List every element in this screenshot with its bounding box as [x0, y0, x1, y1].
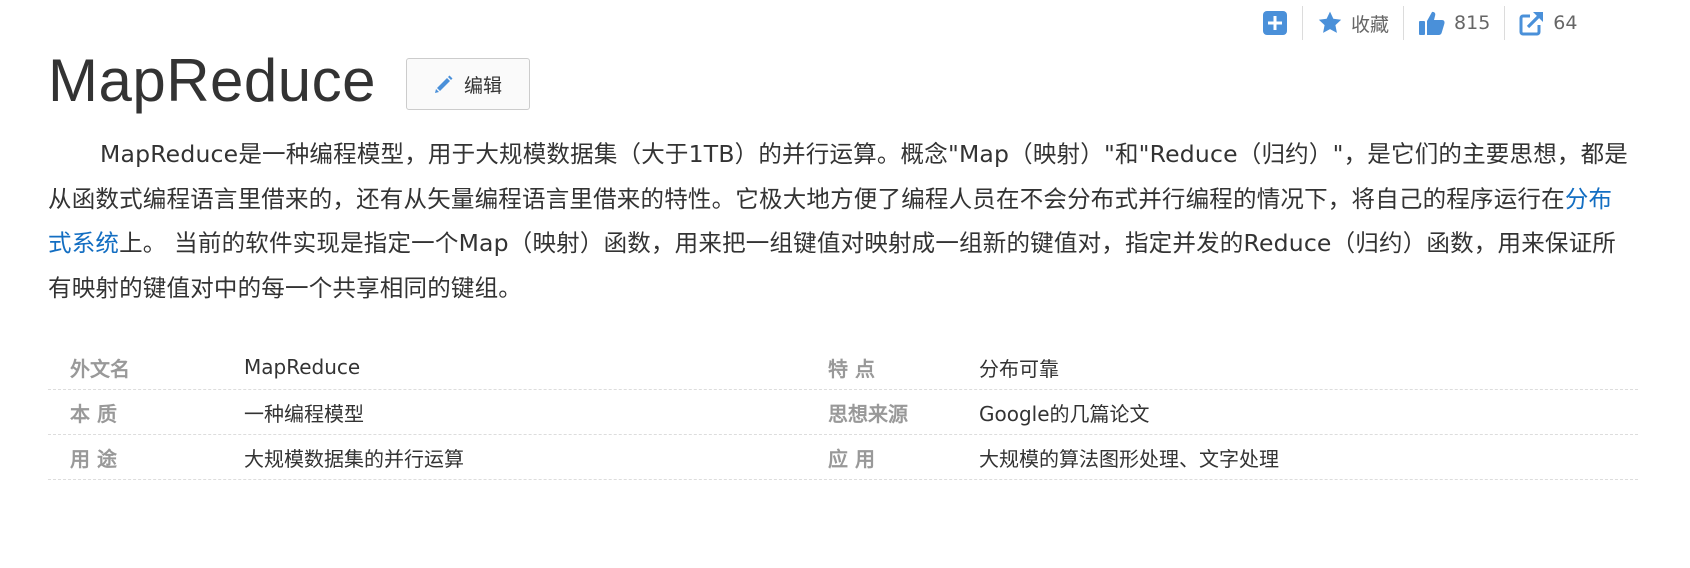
- info-key: 外文名: [70, 356, 130, 381]
- favorite-label: 收藏: [1351, 13, 1390, 36]
- share-count: 64: [1553, 12, 1578, 34]
- edit-button[interactable]: 编辑: [406, 58, 531, 110]
- plus-square-icon: [1262, 10, 1288, 36]
- share-button[interactable]: 64: [1505, 6, 1577, 40]
- edit-label: 编辑: [464, 74, 503, 97]
- thumbs-up-icon: [1418, 10, 1446, 36]
- pencil-icon: [434, 74, 454, 94]
- basic-info-table: 外文名 MapReduce 特 点 分布可靠 本 质 一种编程模型 思想来源 G…: [48, 345, 1638, 480]
- info-key: 思想来源: [828, 401, 908, 426]
- info-key: 应 用: [828, 446, 875, 471]
- info-value: 大规模的算法图形处理、文字处理: [979, 446, 1279, 471]
- info-value: 分布可靠: [979, 356, 1059, 381]
- share-icon: [1519, 10, 1545, 36]
- info-key: 特 点: [828, 356, 875, 381]
- info-row: 用 途 大规模数据集的并行运算 应 用 大规模的算法图形处理、文字处理: [48, 435, 1638, 480]
- summary-text: MapReduce是一种编程模型，用于大规模数据集（大于1TB）的并行运算。概念…: [48, 140, 1628, 213]
- add-button[interactable]: [1262, 6, 1302, 40]
- info-key: 本 质: [70, 401, 117, 426]
- summary-paragraph: MapReduce是一种编程模型，用于大规模数据集（大于1TB）的并行运算。概念…: [48, 132, 1628, 310]
- info-value: Google的几篇论文: [979, 401, 1150, 426]
- info-row: 本 质 一种编程模型 思想来源 Google的几篇论文: [48, 390, 1638, 435]
- star-icon: [1317, 10, 1343, 36]
- top-toolbar: 收藏 815 64: [1262, 6, 1577, 40]
- favorite-button[interactable]: 收藏: [1303, 6, 1403, 40]
- info-value: MapReduce: [244, 355, 361, 379]
- title-row: MapReduce 编辑: [48, 42, 531, 120]
- like-count: 815: [1454, 12, 1491, 34]
- like-button[interactable]: 815: [1404, 6, 1504, 40]
- info-row: 外文名 MapReduce 特 点 分布可靠: [48, 345, 1638, 390]
- info-key: 用 途: [70, 446, 117, 471]
- page-title: MapReduce: [48, 47, 377, 114]
- info-value: 一种编程模型: [244, 401, 364, 426]
- summary-text: 上。 当前的软件实现是指定一个Map（映射）函数，用来把一组键值对映射成一组新的…: [48, 229, 1616, 302]
- info-value: 大规模数据集的并行运算: [244, 446, 464, 471]
